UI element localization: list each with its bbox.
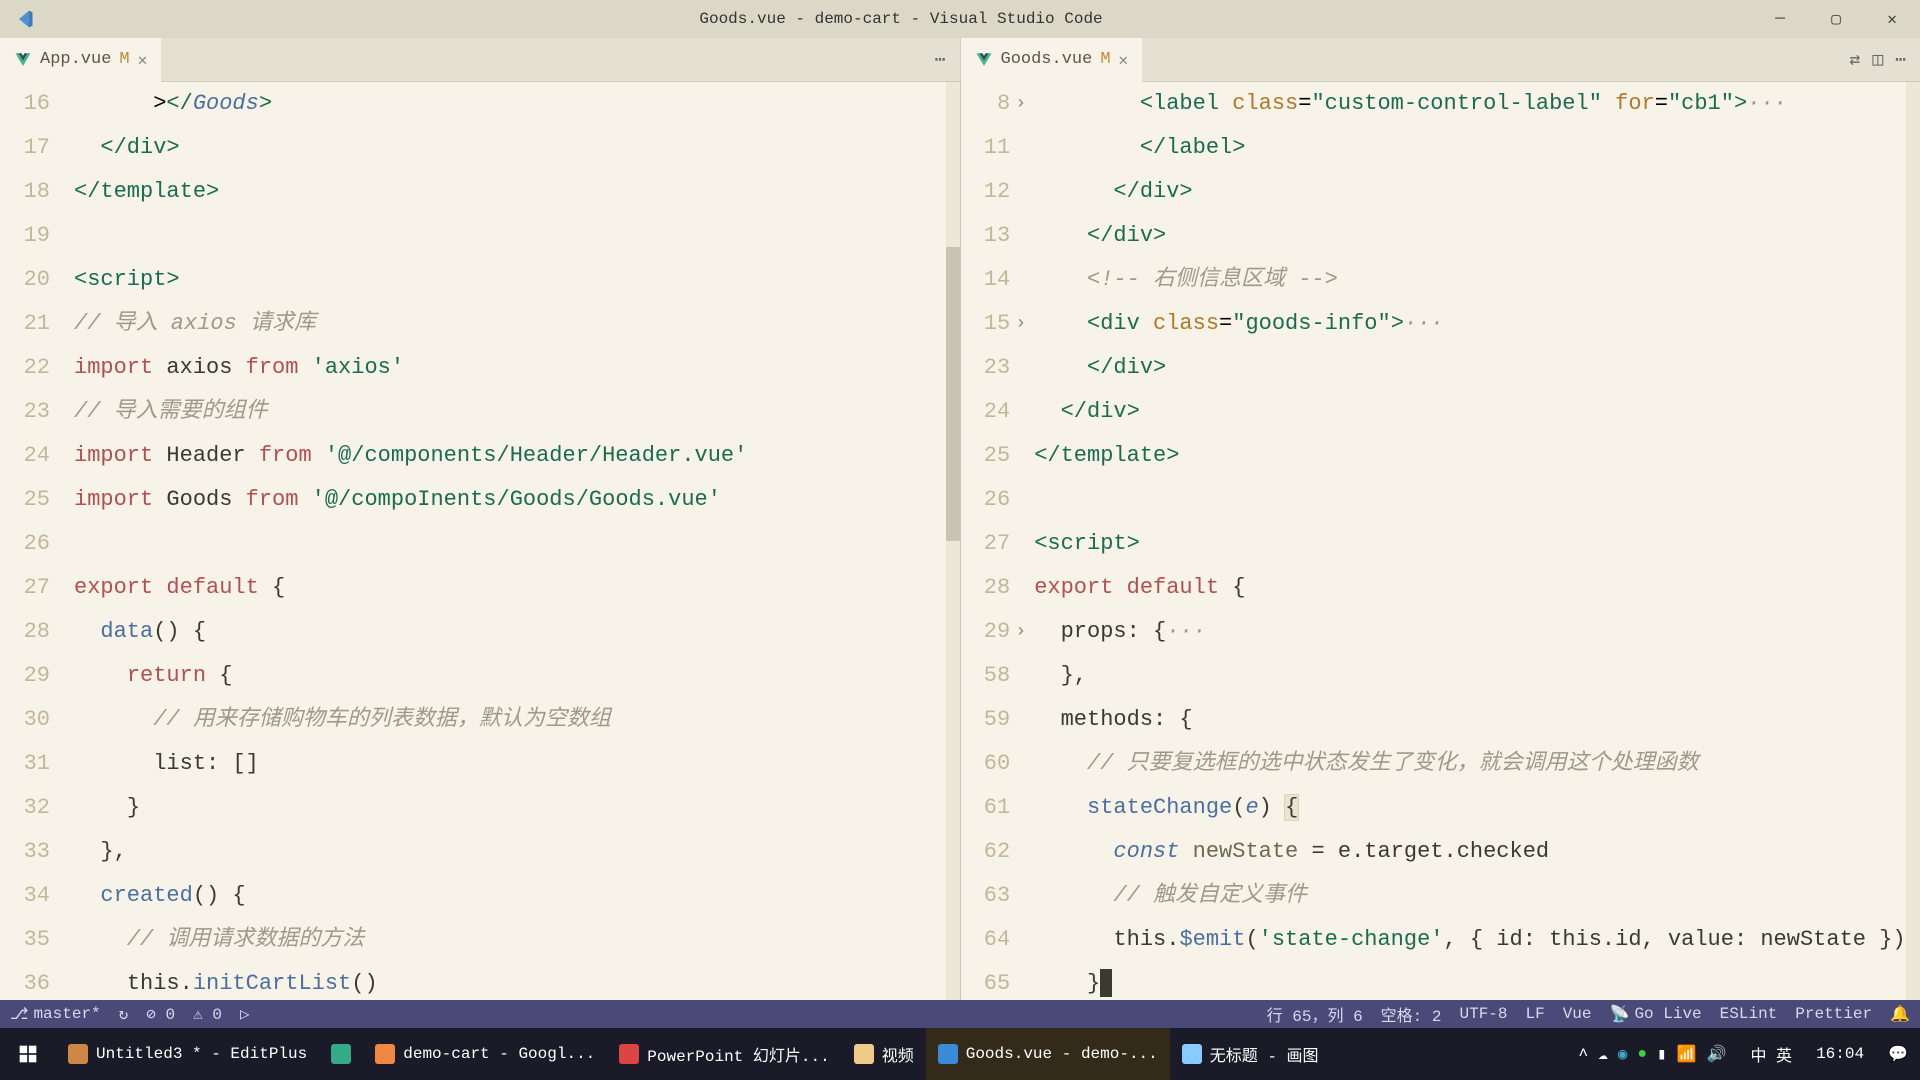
vue-icon [14, 51, 32, 69]
taskbar-item[interactable]: Untitled3 * - EditPlus [56, 1028, 319, 1080]
editor-pane-right[interactable]: 8›1112131415›23242526272829›585960616263… [961, 82, 1920, 1000]
minimap[interactable] [946, 82, 960, 1000]
tab-close-icon[interactable]: ✕ [138, 50, 148, 70]
title-bar: Goods.vue - demo-cart - Visual Studio Co… [0, 0, 1920, 38]
warnings-count[interactable]: ⚠ 0 [193, 1004, 222, 1024]
more-icon[interactable]: ⋯ [1895, 49, 1906, 71]
clock[interactable]: 16:04 [1804, 1045, 1876, 1063]
git-branch[interactable]: ⎇master* [10, 1004, 101, 1024]
chrome-icon [375, 1044, 395, 1064]
vscode-logo-icon [0, 9, 50, 29]
split-icon[interactable]: ◫ [1872, 49, 1883, 71]
close-button[interactable]: ✕ [1864, 0, 1920, 38]
cloud-icon[interactable]: ☁ [1598, 1044, 1608, 1064]
fold-icon[interactable]: › [1015, 610, 1026, 654]
tabs-row: App.vue M ✕ ⋯ Goods.vue M ✕ ⇄ ◫ ⋯ [0, 38, 1920, 82]
tab-label: App.vue [40, 50, 111, 69]
taskbar-item-label: demo-cart - Googl... [403, 1045, 595, 1063]
indent-status[interactable]: 空格: 2 [1381, 1002, 1442, 1026]
start-button[interactable] [0, 1028, 56, 1080]
tab-app-vue[interactable]: App.vue M ✕ [0, 38, 161, 82]
tab-modified-indicator: M [1100, 50, 1110, 69]
tab-label: Goods.vue [1001, 50, 1093, 69]
edge-icon [331, 1044, 351, 1064]
status-icon[interactable]: ● [1637, 1045, 1647, 1063]
taskbar: Untitled3 * - EditPlus demo-cart - Googl.… [0, 1028, 1920, 1080]
windows-icon [18, 1044, 38, 1064]
errors-count[interactable]: ⊘ 0 [146, 1004, 175, 1024]
vue-icon [975, 51, 993, 69]
code-area[interactable]: ></Goods> </div></template><script>// 导入… [70, 82, 946, 1000]
taskbar-item-label: Goods.vue - demo-... [966, 1045, 1158, 1063]
taskbar-item-label: 视频 [882, 1042, 914, 1066]
tab-modified-indicator: M [119, 50, 129, 69]
scrollbar[interactable] [1906, 82, 1920, 1000]
bell-icon[interactable]: 🔔 [1890, 1004, 1910, 1024]
eol-status[interactable]: LF [1526, 1005, 1545, 1023]
taskbar-item[interactable] [319, 1028, 363, 1080]
taskbar-item[interactable]: PowerPoint 幻灯片... [607, 1028, 841, 1080]
tab-goods-vue[interactable]: Goods.vue M ✕ [961, 38, 1143, 82]
paint-icon [1182, 1044, 1202, 1064]
taskbar-item[interactable]: 无标题 - 画图 [1170, 1028, 1331, 1080]
av-icon[interactable]: ◉ [1618, 1044, 1628, 1064]
golive-button[interactable]: 📡 Go Live [1610, 1004, 1702, 1024]
line-gutter: 8›1112131415›23242526272829›585960616263… [961, 82, 1031, 1000]
volume-icon[interactable]: 🔊 [1707, 1044, 1727, 1064]
taskbar-item-label: 无标题 - 画图 [1210, 1042, 1319, 1066]
editplus-icon [68, 1044, 88, 1064]
maximize-button[interactable]: ▢ [1808, 0, 1864, 38]
taskbar-item[interactable]: 视频 [842, 1028, 926, 1080]
code-area[interactable]: <label class="custom-control-label" for=… [1030, 82, 1905, 1000]
language-status[interactable]: Vue [1563, 1005, 1592, 1023]
window-title: Goods.vue - demo-cart - Visual Studio Co… [699, 10, 1102, 28]
ppt-icon [619, 1044, 639, 1064]
fold-icon[interactable]: › [1015, 302, 1026, 346]
fold-icon[interactable]: › [1015, 82, 1026, 126]
line-col[interactable]: 行 65，列 6 [1267, 1002, 1363, 1026]
prettier-status[interactable]: Prettier [1795, 1005, 1872, 1023]
ime-status[interactable]: 中 英 [1738, 1028, 1804, 1080]
taskbar-item[interactable]: demo-cart - Googl... [363, 1028, 607, 1080]
battery-icon[interactable]: ▮ [1657, 1044, 1667, 1064]
status-bar: ⎇master* ↻ ⊘ 0 ⚠ 0 ▷ 行 65，列 6 空格: 2 UTF-… [0, 1000, 1920, 1028]
folder-icon [854, 1044, 874, 1064]
wifi-icon[interactable]: 📶 [1677, 1044, 1697, 1064]
editor-pane-left[interactable]: 1617181920212223242526272829303132333435… [0, 82, 961, 1000]
vscode-icon [938, 1044, 958, 1064]
more-icon[interactable]: ⋯ [935, 49, 946, 71]
notifications-button[interactable]: 💬 [1876, 1028, 1920, 1080]
taskbar-item-label: Untitled3 * - EditPlus [96, 1045, 307, 1063]
encoding-status[interactable]: UTF-8 [1459, 1005, 1507, 1023]
taskbar-item[interactable]: Goods.vue - demo-... [926, 1028, 1170, 1080]
sync-button[interactable]: ↻ [119, 1004, 129, 1024]
minimize-button[interactable]: ─ [1752, 0, 1808, 38]
tab-close-icon[interactable]: ✕ [1119, 50, 1129, 70]
branch-icon: ⎇ [10, 1004, 28, 1024]
debug-icon[interactable]: ▷ [240, 1004, 250, 1024]
compare-icon[interactable]: ⇄ [1849, 49, 1860, 71]
taskbar-item-label: PowerPoint 幻灯片... [647, 1042, 829, 1066]
eslint-status[interactable]: ESLint [1720, 1005, 1778, 1023]
chevron-up-icon[interactable]: ˄ [1578, 1045, 1588, 1063]
system-tray[interactable]: ˄ ☁ ◉ ● ▮ 📶 🔊 [1566, 1044, 1738, 1064]
line-gutter: 1617181920212223242526272829303132333435… [0, 82, 70, 1000]
